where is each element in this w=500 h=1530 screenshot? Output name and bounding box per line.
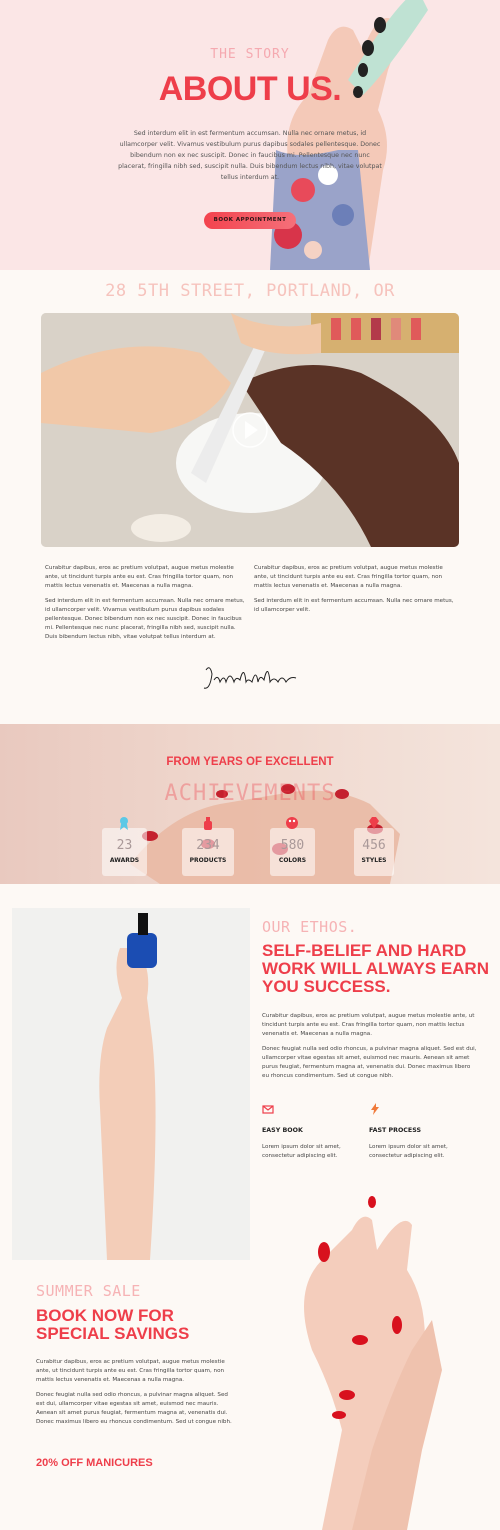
sale-paragraph-2: Donec feugiat nulla sed odio rhoncus, a …: [36, 1392, 232, 1425]
feature-fast-process: FAST PROCESS Lorem ipsum dolor sit amet,…: [369, 1100, 469, 1161]
left-paragraph-2: Sed interdum elit in est fermentum accum…: [45, 598, 245, 640]
hero-eyebrow: THE STORY: [210, 47, 290, 62]
stat-label: COLORS: [278, 857, 307, 864]
sale-text: Curabitur dapibus, eros ac pretium volut…: [36, 1358, 232, 1427]
text-column-right: Curabitur dapibus, eros ac pretium volut…: [254, 564, 456, 615]
achievements-subtitle: ACHIEVEMENTS: [164, 781, 336, 806]
hero-paragraph: Sed interdum elit in est fermentum accum…: [118, 130, 382, 181]
stat-label: PRODUCTS: [189, 857, 227, 864]
right-paragraph-2: Sed interdum elit in est fermentum accum…: [254, 598, 454, 613]
page-title: ABOUT US.: [158, 70, 342, 108]
ethos-eyebrow: OUR ETHOS.: [262, 918, 358, 936]
about-hero: THE STORY ABOUT US. Sed interdum elit in…: [0, 0, 500, 270]
achievements-section: FROM YEARS OF EXCELLENT ACHIEVEMENTS 23 …: [0, 724, 500, 884]
stat-styles: 456 STYLES: [354, 817, 394, 876]
text-column-left: Curabitur dapibus, eros ac pretium volut…: [45, 564, 247, 642]
stat-value: 580: [280, 838, 305, 853]
envelope-icon: [262, 1105, 274, 1114]
feature-desc: Lorem ipsum dolor sit amet, consectetur …: [262, 1144, 341, 1159]
sale-title: BOOK NOW FOR SPECIAL SAVINGS: [36, 1306, 190, 1343]
ribbon-icon: [120, 817, 128, 830]
stat-value: 23: [116, 838, 133, 853]
sale-paragraph-1: Curabitur dapibus, eros ac pretium volut…: [36, 1359, 225, 1383]
sale-eyebrow: SUMMER SALE: [36, 1282, 141, 1300]
left-paragraph-1: Curabitur dapibus, eros ac pretium volut…: [45, 565, 234, 589]
feature-desc: Lorem ipsum dolor sit amet, consectetur …: [369, 1144, 448, 1159]
stat-colors: 580 COLORS: [270, 817, 315, 876]
hands-photo-red-nails: [304, 1196, 442, 1530]
ethos-text: Curabitur dapibus, eros ac pretium volut…: [262, 1012, 478, 1081]
ethos-paragraph-1: Curabitur dapibus, eros ac pretium volut…: [262, 1013, 475, 1037]
palette-icon: [286, 817, 298, 829]
stat-label: AWARDS: [109, 857, 140, 864]
lightning-icon: [371, 1103, 379, 1115]
sale-offer: 20% OFF MANICURES: [36, 1457, 153, 1469]
feature-name: EASY BOOK: [262, 1127, 303, 1134]
stat-value: 456: [362, 838, 386, 853]
feature-name: FAST PROCESS: [369, 1127, 422, 1134]
ethos-paragraph-2: Donec feugiat nulla sed odio rhoncus, a …: [262, 1046, 477, 1079]
stat-value: 234: [196, 838, 220, 853]
address-heading: 28 5TH STREET, PORTLAND, OR: [105, 281, 395, 301]
ethos-title: SELF-BELIEF AND HARD WORK WILL ALWAYS EA…: [262, 941, 489, 996]
stat-products: 234 PRODUCTS: [182, 817, 234, 876]
stat-awards: 23 AWARDS: [102, 817, 147, 876]
stat-label: STYLES: [361, 857, 387, 864]
right-paragraph-1: Curabitur dapibus, eros ac pretium volut…: [254, 565, 443, 589]
manicure-photo: [41, 313, 459, 547]
nail-polish-photo: [12, 908, 250, 1260]
achievements-title: FROM YEARS OF EXCELLENT: [166, 756, 334, 768]
bottle-icon: [204, 817, 212, 830]
diamond-icon: [369, 817, 379, 829]
video-thumbnail[interactable]: [41, 313, 459, 547]
book-appointment-button[interactable]: BOOK APPOINTMENT: [204, 212, 296, 229]
feature-easy-book: EASY BOOK Lorem ipsum dolor sit amet, co…: [262, 1100, 362, 1161]
signature-image: [203, 667, 297, 689]
